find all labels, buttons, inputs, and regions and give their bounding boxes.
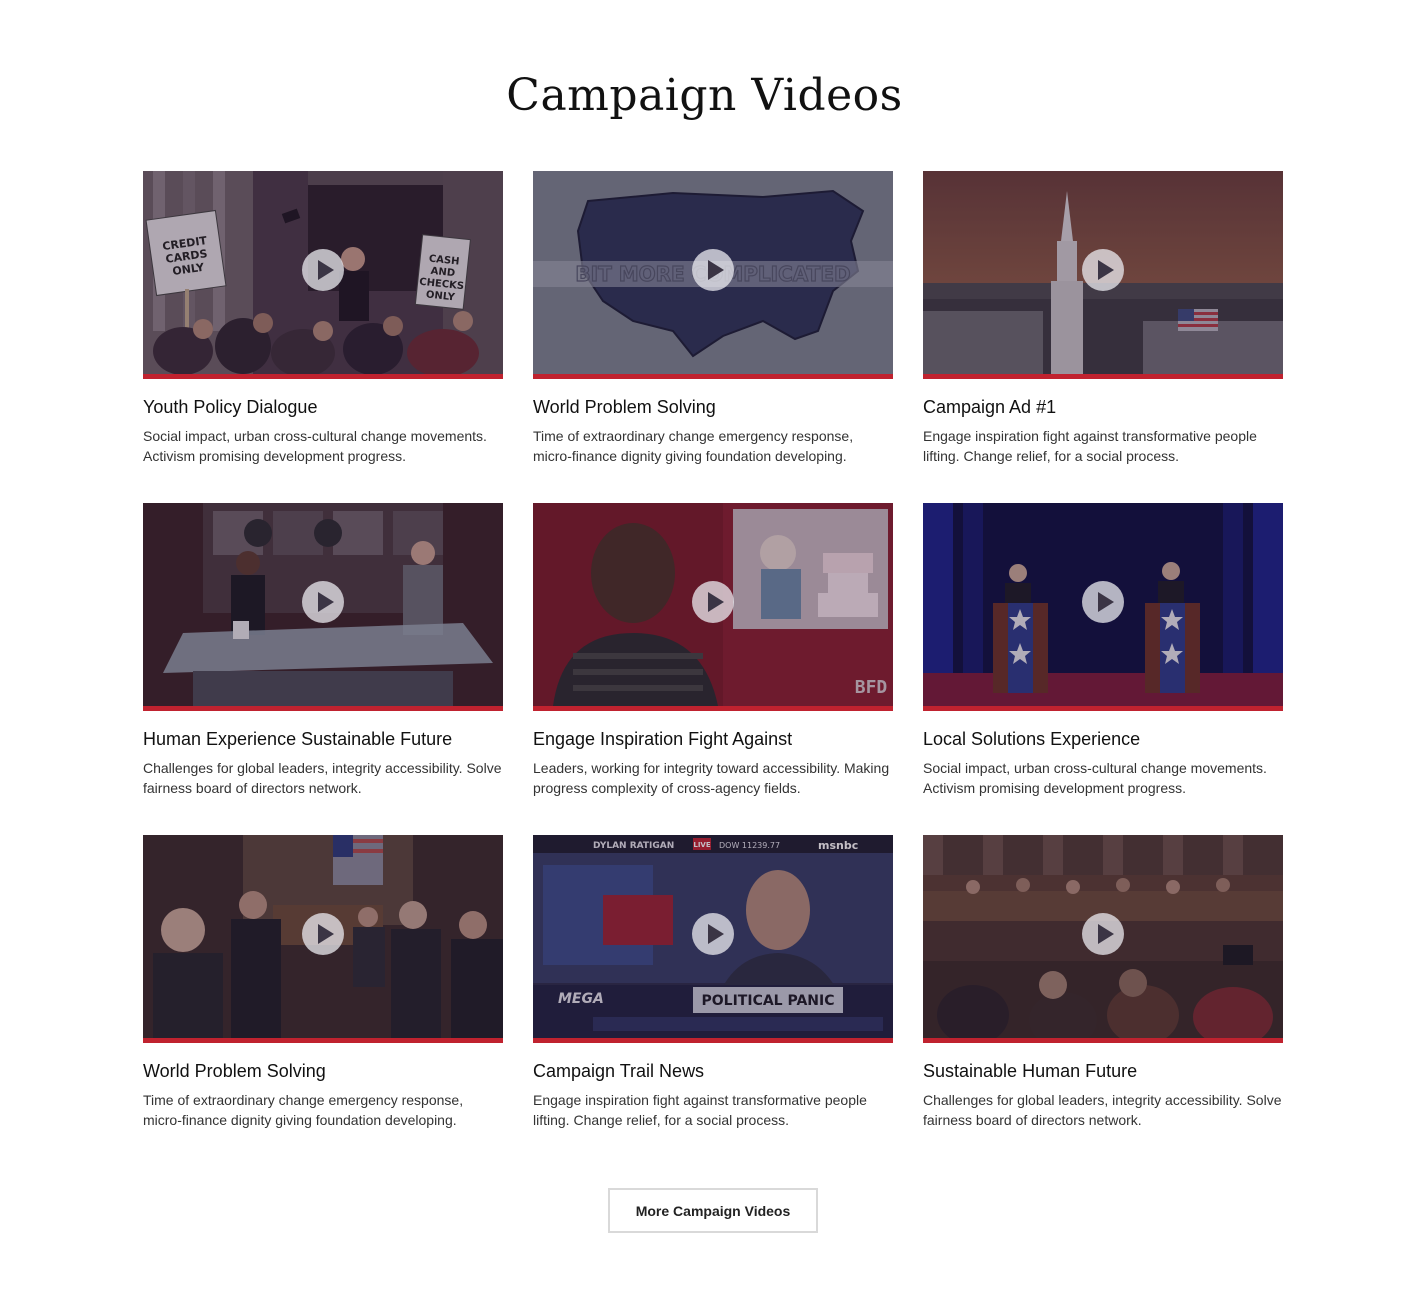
video-thumbnail[interactable]: CREDIT CARDS ONLY CASH AND CHECKS ONLY — [143, 171, 503, 379]
play-icon[interactable] — [1082, 581, 1124, 623]
play-icon[interactable] — [692, 249, 734, 291]
video-card: CREDIT CARDS ONLY CASH AND CHECKS ONLY Y… — [143, 171, 503, 503]
video-title[interactable]: World Problem Solving — [143, 1060, 503, 1082]
video-card: Campaign Ad #1 Engage inspiration fight … — [923, 171, 1283, 503]
video-description: Challenges for global leaders, integrity… — [923, 1092, 1282, 1128]
video-card: World Problem Solving Time of extraordin… — [143, 835, 503, 1167]
play-icon[interactable] — [692, 581, 734, 623]
video-thumbnail[interactable] — [923, 171, 1283, 379]
video-title[interactable]: Human Experience Sustainable Future — [143, 728, 503, 750]
video-description: Social impact, urban cross-cultural chan… — [923, 760, 1267, 796]
play-icon[interactable] — [692, 913, 734, 955]
play-icon[interactable] — [302, 913, 344, 955]
video-card: DYLAN RATIGAN LIVE DOW 11239.77 msnbc PO… — [533, 835, 893, 1167]
video-description: Challenges for global leaders, integrity… — [143, 760, 502, 796]
video-title[interactable]: Campaign Ad #1 — [923, 396, 1283, 418]
video-grid: CREDIT CARDS ONLY CASH AND CHECKS ONLY Y… — [143, 171, 1283, 1167]
video-description: Time of extraordinary change emergency r… — [533, 428, 854, 464]
video-description: Engage inspiration fight against transfo… — [923, 428, 1257, 464]
video-thumbnail[interactable] — [143, 835, 503, 1043]
video-card: Local Solutions Experience Social impact… — [923, 503, 1283, 835]
video-description: Time of extraordinary change emergency r… — [143, 1092, 464, 1128]
video-description: Engage inspiration fight against transfo… — [533, 1092, 867, 1128]
video-title[interactable]: Sustainable Human Future — [923, 1060, 1283, 1082]
video-card: BFD Engage Inspiration Fight Against Lea… — [533, 503, 893, 835]
video-title[interactable]: Youth Policy Dialogue — [143, 396, 503, 418]
video-thumbnail[interactable]: BIT MORE COMPLICATED — [533, 171, 893, 379]
video-thumbnail[interactable] — [923, 503, 1283, 711]
video-title[interactable]: Local Solutions Experience — [923, 728, 1283, 750]
play-icon[interactable] — [302, 249, 344, 291]
play-icon[interactable] — [1082, 249, 1124, 291]
video-thumbnail[interactable]: DYLAN RATIGAN LIVE DOW 11239.77 msnbc PO… — [533, 835, 893, 1043]
video-card: Human Experience Sustainable Future Chal… — [143, 503, 503, 835]
video-description: Leaders, working for integrity toward ac… — [533, 760, 890, 796]
video-thumbnail[interactable] — [143, 503, 503, 711]
video-title[interactable]: World Problem Solving — [533, 396, 893, 418]
more-campaign-videos-button[interactable]: More Campaign Videos — [608, 1188, 818, 1233]
video-description: Social impact, urban cross-cultural chan… — [143, 428, 487, 464]
video-card: BIT MORE COMPLICATED World Problem Solvi… — [533, 171, 893, 503]
video-card: Sustainable Human Future Challenges for … — [923, 835, 1283, 1167]
play-icon[interactable] — [302, 581, 344, 623]
campaign-videos-page: Campaign Videos CREDIT CARDS ONLY CASH A… — [0, 0, 1409, 1289]
video-title[interactable]: Engage Inspiration Fight Against — [533, 728, 893, 750]
video-thumbnail[interactable] — [923, 835, 1283, 1043]
play-icon[interactable] — [1082, 913, 1124, 955]
video-title[interactable]: Campaign Trail News — [533, 1060, 893, 1082]
section-title: Campaign Videos — [506, 70, 903, 121]
video-thumbnail[interactable]: BFD — [533, 503, 893, 711]
